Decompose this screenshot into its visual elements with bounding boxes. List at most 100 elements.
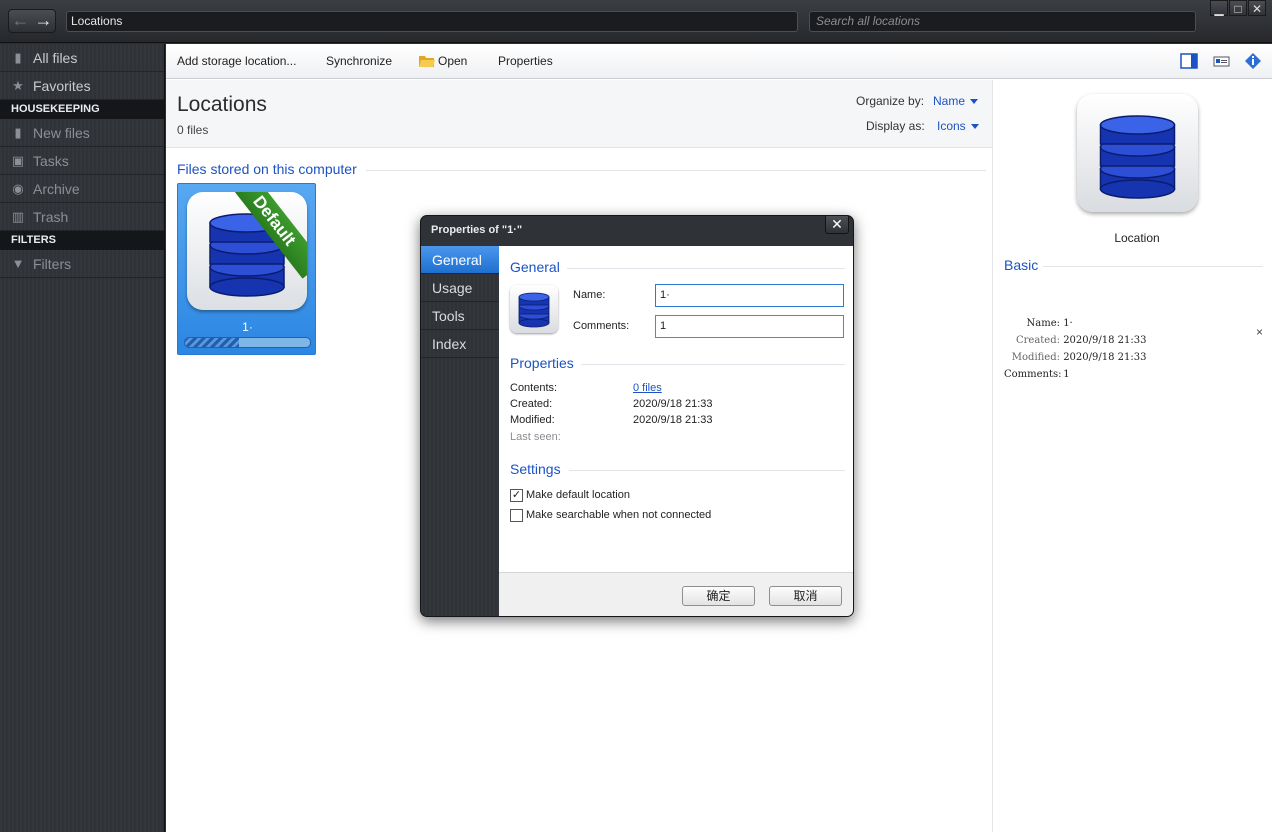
trash-icon: ▥ [11,208,25,224]
searchable-label: Make searchable when not connected [526,509,712,521]
dialog-close-button[interactable]: ✕ [825,216,849,234]
modified-label: Modified: [510,414,555,426]
sidebar-item-favorites[interactable]: ★ Favorites [0,72,164,100]
section-properties: Properties [510,355,574,371]
created-label: Created: [510,398,553,410]
contents-link[interactable]: 0 files [633,382,662,394]
sidebar-item-filters[interactable]: ▼ Filters [0,250,164,278]
panel-toggle-icon[interactable] [1180,52,1198,70]
back-arrow-icon[interactable]: ← [9,10,32,32]
name-field[interactable]: 1· [655,284,844,307]
default-location-checkbox[interactable]: ✓ [510,489,523,502]
details-key: Modified: [1011,352,1060,363]
forward-arrow-icon[interactable]: → [32,10,55,32]
title-bar: ← → Locations Search all locations ▁ □ ✕ [0,0,1272,43]
content-header: Locations 0 files Organize by: Name Disp… [166,80,992,148]
display-as-value: Icons [937,119,966,133]
tasks-icon: ▣ [11,152,25,168]
section-settings: Settings [510,461,561,477]
details-panel: Location Basic Name: 1· Created: 2020/9/… [992,80,1272,832]
details-row-comments[interactable]: Comments: 1 [1004,369,1070,380]
details-value: 1· [1063,318,1073,329]
section-divider [581,364,845,365]
details-row-created: Created: 2020/9/18 21:33 [1004,335,1147,346]
sidebar-item-label: Tasks [33,152,69,169]
database-icon: Default [187,192,307,310]
search-input[interactable]: Search all locations [809,11,1196,32]
display-as-label: Display as: [866,119,925,133]
properties-dialog: Properties of "1·" ✕ General Usage Tools… [420,215,854,617]
details-key: Comments: [1004,369,1062,380]
section-divider [366,170,986,171]
sidebar-item-label: All files [33,49,78,66]
window-controls: ▁ □ ✕ [1209,0,1266,16]
sidebar-header-filters: FILTERS [0,231,164,250]
toolbar: Add storage location... Synchronize Open… [166,44,1272,79]
details-key: Name: [1026,318,1060,329]
storage-usage-bar [184,337,311,348]
sidebar-item-label: Favorites [33,77,91,94]
organize-by-label: Organize by: [856,94,925,108]
sidebar-item-archive[interactable]: ◉ Archive [0,175,164,203]
clear-comments-icon[interactable]: × [1256,325,1263,339]
close-icon[interactable]: ✕ [1248,0,1266,16]
details-caption: Location [1114,231,1160,245]
archive-icon: ◉ [12,180,24,196]
created-value: 2020/9/18 21:33 [633,398,713,410]
file-icon: ▮ [14,49,22,65]
ok-button[interactable]: 确定 [682,586,755,606]
database-icon [1077,94,1198,212]
sidebar: ▮ All files ★ Favorites HOUSEKEEPING ▮ N… [0,44,165,832]
searchable-checkbox[interactable] [510,509,523,522]
star-icon: ★ [12,77,24,93]
tab-tools[interactable]: Tools [421,302,499,330]
organize-by-value: Name [933,94,966,108]
last-seen-label: Last seen: [510,431,561,443]
cancel-button[interactable]: 取消 [769,586,842,606]
sidebar-item-label: Archive [33,180,80,197]
contents-label: Contents: [510,382,558,394]
sidebar-item-label: Filters [33,255,72,272]
synchronize-button[interactable]: Synchronize [326,54,392,68]
location-path[interactable]: Locations [66,11,798,32]
open-button-label: Open [438,54,468,68]
display-as-dropdown[interactable]: Icons [937,119,979,133]
location-tile[interactable]: Default 1· [177,183,316,355]
maximize-icon[interactable]: □ [1229,0,1247,16]
sidebar-item-label: Trash [33,208,69,225]
sidebar-item-tasks[interactable]: ▣ Tasks [0,147,164,175]
tab-index[interactable]: Index [421,330,499,358]
minimize-icon[interactable]: ▁ [1210,0,1228,16]
tab-usage[interactable]: Usage [421,274,499,302]
details-value: 2020/9/18 21:33 [1063,335,1147,346]
organize-by-dropdown[interactable]: Name [933,94,979,108]
storage-usage-fill [185,338,239,347]
open-button[interactable]: Open [419,54,467,68]
section-divider [569,470,845,471]
section-title: Files stored on this computer [177,161,357,177]
section-general: General [510,259,560,275]
dialog-footer: 确定 取消 [499,572,853,616]
details-divider [1043,266,1263,267]
info-icon[interactable] [1244,52,1262,70]
page-title: Locations [177,93,267,116]
comments-label: Comments: [573,320,630,332]
tab-general[interactable]: General [421,246,499,274]
dialog-body: General Name: 1· Comments: 1 Properties … [499,246,853,572]
nav-arrows: ← → [8,9,56,33]
sidebar-header-housekeeping: HOUSEKEEPING [0,100,164,119]
file-count: 0 files [177,123,209,137]
modified-value: 2020/9/18 21:33 [633,414,713,426]
sidebar-item-label: New files [33,124,90,141]
sidebar-item-new-files[interactable]: ▮ New files [0,119,164,147]
new-file-icon: ▮ [14,124,22,140]
details-row-modified: Modified: 2020/9/18 21:33 [1004,352,1147,363]
properties-button[interactable]: Properties [498,54,553,68]
add-storage-location-button[interactable]: Add storage location... [177,54,296,68]
chevron-down-icon [970,99,979,105]
comments-field[interactable]: 1 [655,315,844,338]
sidebar-item-trash[interactable]: ▥ Trash [0,203,164,231]
sidebar-item-all-files[interactable]: ▮ All files [0,44,164,72]
folder-open-icon [419,56,435,67]
card-view-icon[interactable] [1212,52,1230,70]
